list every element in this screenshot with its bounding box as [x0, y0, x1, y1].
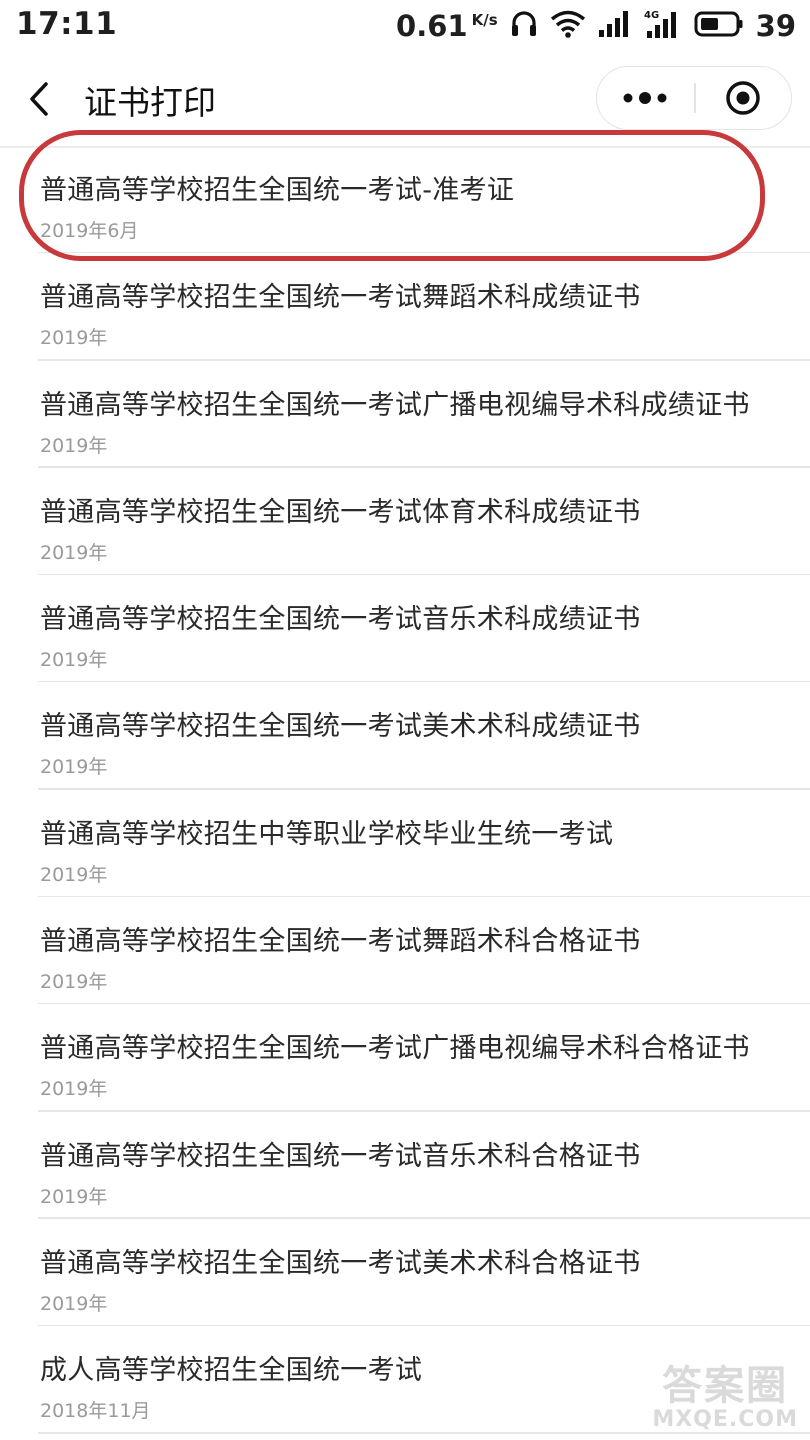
item-date: 2019年: [40, 649, 108, 672]
item-title: 成人高等学校招生全国统一考试: [40, 1355, 423, 1387]
list-item[interactable]: 普通高等学校招生全国统一考试广播电视编导术科合格证书 2019年: [0, 1004, 810, 1112]
certificate-list: 普通高等学校招生全国统一考试-准考证 2019年6月 普通高等学校招生全国统一考…: [0, 146, 810, 1434]
item-title: 普通高等学校招生全国统一考试音乐术科合格证书: [40, 1140, 641, 1172]
mini-program-capsule: [596, 66, 792, 130]
list-item[interactable]: 普通高等学校招生全国统一考试美术术科成绩证书 2019年: [0, 682, 810, 791]
back-button[interactable]: [22, 74, 62, 124]
item-date: 2019年: [40, 1185, 108, 1208]
list-item[interactable]: 普通高等学校招生全国统一考试音乐术科合格证书 2019年: [0, 1112, 810, 1220]
list-item[interactable]: 普通高等学校招生全国统一考试-准考证 2019年6月: [0, 146, 810, 254]
item-date: 2018年11月: [40, 1400, 151, 1423]
signal-icon: [598, 10, 632, 42]
item-date: 2019年: [40, 863, 108, 886]
more-button[interactable]: [597, 67, 694, 128]
battery-level: 39: [755, 9, 796, 43]
item-date: 2019年6月: [40, 220, 139, 242]
item-date: 2019年: [40, 971, 108, 994]
headphones-icon: [510, 9, 538, 43]
battery-icon: [694, 10, 744, 42]
list-item[interactable]: 普通高等学校招生全国统一考试体育术科成绩证书 2019年: [0, 468, 810, 576]
list-item[interactable]: 普通高等学校招生全国统一考试音乐术科成绩证书 2019年: [0, 575, 810, 683]
item-title: 普通高等学校招生全国统一考试-准考证: [40, 175, 515, 206]
item-date: 2019年: [40, 1078, 108, 1101]
status-time: 17:11: [16, 6, 118, 42]
item-title: 普通高等学校招生全国统一考试舞蹈术科成绩证书: [40, 282, 641, 314]
item-title: 普通高等学校招生全国统一考试美术术科成绩证书: [40, 711, 641, 743]
svg-text:4G: 4G: [644, 10, 659, 21]
nav-bar: 证书打印: [0, 52, 810, 146]
item-date: 2019年: [40, 434, 108, 457]
item-title: 普通高等学校招生全国统一考试广播电视编导术科合格证书: [40, 1033, 750, 1065]
watermark: 答案圈 MXQE.COM: [652, 1353, 798, 1432]
watermark-logo-text: 答案圈: [662, 1363, 789, 1409]
item-title: 普通高等学校招生全国统一考试美术术科合格证书: [40, 1247, 641, 1279]
more-dots-icon: [623, 92, 667, 104]
item-title: 普通高等学校招生全国统一考试舞蹈术科合格证书: [40, 926, 641, 958]
list-item[interactable]: 普通高等学校招生中等职业学校毕业生统一考试 2019年: [0, 790, 810, 898]
network-speed: 0.61 K/s: [396, 9, 498, 43]
item-title: 普通高等学校招生全国统一考试音乐术科成绩证书: [40, 604, 641, 636]
item-title: 普通高等学校招生中等职业学校毕业生统一考试: [40, 818, 614, 850]
wifi-icon: [550, 10, 586, 42]
item-date: 2019年: [40, 1292, 108, 1315]
list-item[interactable]: 普通高等学校招生全国统一考试美术术科合格证书 2019年: [0, 1219, 810, 1327]
item-title: 普通高等学校招生全国统一考试广播电视编导术科成绩证书: [40, 389, 750, 421]
signal-4g-icon: 4G: [644, 9, 682, 43]
item-date: 2019年: [40, 541, 108, 564]
network-speed-unit: K/s: [471, 11, 498, 29]
page-title: 证书打印: [84, 83, 216, 122]
chevron-left-icon: [30, 82, 48, 116]
item-title: 普通高等学校招生全国统一考试体育术科成绩证书: [40, 496, 641, 528]
list-item[interactable]: 普通高等学校招生全国统一考试舞蹈术科合格证书 2019年: [0, 897, 810, 1005]
item-date: 2019年: [40, 756, 108, 779]
item-date: 2019年: [40, 327, 108, 350]
list-item[interactable]: 普通高等学校招生全国统一考试广播电视编导术科成绩证书 2019年: [0, 361, 810, 469]
status-right: 0.61 K/s 4G 39: [396, 6, 796, 46]
watermark-url: MXQE.COM: [652, 1407, 798, 1432]
list-item[interactable]: 普通高等学校招生全国统一考试舞蹈术科成绩证书 2019年: [0, 253, 810, 361]
close-button[interactable]: [696, 67, 791, 128]
status-bar: 17:11 0.61 K/s 4G 39: [0, 0, 810, 52]
network-speed-value: 0.61: [396, 9, 468, 43]
target-circle-icon: [726, 81, 760, 115]
